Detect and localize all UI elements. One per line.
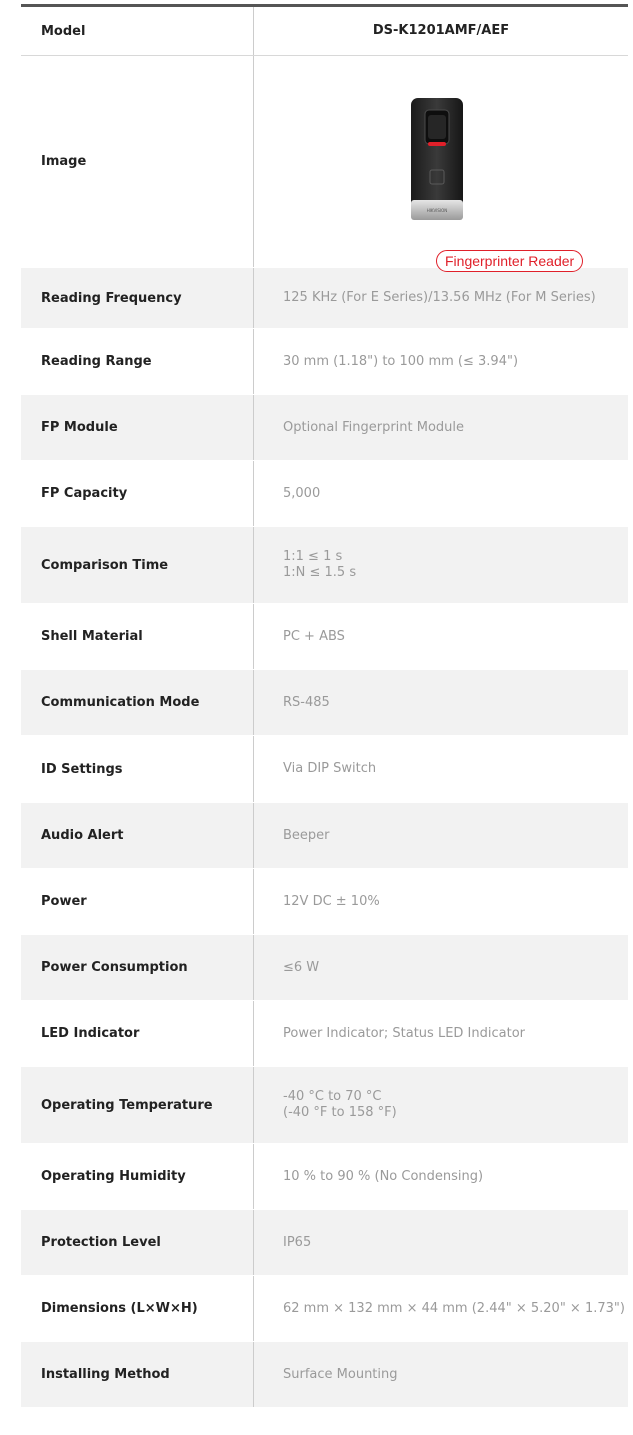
spec-row: Power 12V DC ± 10%: [21, 869, 628, 935]
spec-value: IP65: [253, 1210, 628, 1275]
spec-value-line: 1:N ≤ 1.5 s: [283, 565, 357, 580]
spec-value-line: Surface Mounting: [283, 1366, 398, 1382]
spec-rows: Reading Frequency 125 KHz (For E Series)/…: [21, 268, 628, 1408]
spec-label: ID Settings: [41, 761, 123, 777]
spec-label: Protection Level: [41, 1235, 161, 1250]
spec-row: Operating Humidity 10 % to 90 % (No Conde…: [21, 1144, 628, 1210]
spec-value-line: IP65: [283, 1234, 312, 1250]
spec-value-line: 5,000: [283, 485, 321, 501]
image-row: Image HIKVISION Fingerprinter Reader: [21, 56, 628, 272]
model-name: DS-K1201AMF/AEF: [253, 7, 628, 55]
spec-value-line: 30 mm (1.18") to 100 mm (≤ 3.94"): [283, 353, 519, 369]
fingerprint-reader-icon: HIKVISION: [411, 98, 463, 220]
spec-table: Model DS-K1201AMF/AEF Image HIKVISION Fi…: [21, 4, 628, 1408]
spec-value: PC + ABS: [253, 604, 628, 669]
spec-row: Audio Alert Beeper: [21, 803, 628, 869]
spec-label: Operating Humidity: [41, 1169, 186, 1184]
spec-value: 12V DC ± 10%: [253, 869, 628, 934]
spec-label: LED Indicator: [41, 1026, 140, 1041]
spec-label: Power Consumption: [41, 960, 188, 975]
spec-label: Audio Alert: [41, 828, 124, 843]
spec-row: Comparison Time 1:1 ≤ 1 s 1:N ≤ 1.5 s: [21, 527, 628, 604]
spec-value-line: Power Indicator; Status LED Indicator: [283, 1025, 525, 1041]
spec-label: Reading Range: [41, 354, 152, 369]
spec-value-line: 62 mm × 132 mm × 44 mm (2.44" × 5.20" × …: [283, 1300, 625, 1316]
device-brand: HIKVISION: [427, 208, 448, 213]
spec-label: Reading Frequency: [41, 290, 182, 306]
spec-value: 62 mm × 132 mm × 44 mm (2.44" × 5.20" × …: [253, 1276, 628, 1341]
spec-row: Communication Mode RS-485: [21, 670, 628, 736]
image-caption: Fingerprinter Reader: [436, 250, 584, 272]
spec-row: Dimensions (L×W×H) 62 mm × 132 mm × 44 mm…: [21, 1276, 628, 1342]
spec-row: Shell Material PC + ABS: [21, 604, 628, 670]
spec-value: -40 °C to 70 °C (-40 °F to 158 °F): [253, 1067, 628, 1143]
spec-label: Power: [41, 894, 87, 909]
spec-row: Installing Method Surface Mounting: [21, 1342, 628, 1408]
spec-value: RS-485: [253, 670, 628, 735]
spec-label: Shell Material: [41, 629, 143, 644]
spec-value-line: -40 °C to 70 °C: [283, 1089, 382, 1104]
spec-label: FP Capacity: [41, 486, 128, 501]
spec-value: Surface Mounting: [253, 1342, 628, 1407]
spec-value: Via DIP Switch: [253, 736, 628, 802]
spec-row: FP Module Optional Fingerprint Module: [21, 395, 628, 461]
spec-value-line: 125 KHz (For E Series)/13.56 MHz (For M …: [283, 290, 596, 305]
spec-value: 30 mm (1.18") to 100 mm (≤ 3.94"): [253, 329, 628, 394]
spec-value-line: 1:1 ≤ 1 s: [283, 549, 343, 564]
spec-label: Installing Method: [41, 1367, 170, 1382]
spec-value-line: 12V DC ± 10%: [283, 893, 380, 909]
spec-value-line: (-40 °F to 158 °F): [283, 1105, 397, 1120]
spec-row: ID Settings Via DIP Switch: [21, 736, 628, 803]
header-label: Model: [41, 23, 86, 39]
spec-value-line: RS-485: [283, 694, 330, 710]
spec-value-line: Optional Fingerprint Module: [283, 419, 465, 435]
spec-label: FP Module: [41, 420, 118, 435]
image-label: Image: [41, 154, 87, 169]
spec-label: Communication Mode: [41, 695, 200, 710]
spec-value: Optional Fingerprint Module: [253, 395, 628, 460]
spec-row: Power Consumption ≤6 W: [21, 935, 628, 1001]
spec-value: 1:1 ≤ 1 s 1:N ≤ 1.5 s: [253, 527, 628, 603]
spec-row: Reading Range 30 mm (1.18") to 100 mm (≤ …: [21, 329, 628, 395]
spec-value-line: PC + ABS: [283, 628, 345, 644]
spec-value: 5,000: [253, 461, 628, 526]
spec-row: Operating Temperature -40 °C to 70 °C (-40…: [21, 1067, 628, 1144]
spec-value: 125 KHz (For E Series)/13.56 MHz (For M …: [253, 268, 628, 328]
spec-value: 10 % to 90 % (No Condensing): [253, 1144, 628, 1209]
spec-label: Comparison Time: [41, 557, 169, 573]
spec-label: Dimensions (L×W×H): [41, 1301, 198, 1316]
spec-value-line: Beeper: [283, 827, 330, 843]
spec-value-line: Via DIP Switch: [283, 761, 377, 776]
image-cell: HIKVISION Fingerprinter Reader: [253, 56, 628, 272]
spec-label: Operating Temperature: [41, 1097, 213, 1113]
spec-value: Beeper: [253, 803, 628, 868]
spec-value: Power Indicator; Status LED Indicator: [253, 1001, 628, 1066]
spec-value-line: ≤6 W: [283, 959, 320, 975]
spec-value: ≤6 W: [253, 935, 628, 1000]
header-row: Model DS-K1201AMF/AEF: [21, 7, 628, 56]
spec-row: Reading Frequency 125 KHz (For E Series)/…: [21, 268, 628, 329]
spec-row: LED Indicator Power Indicator; Status LED…: [21, 1001, 628, 1067]
spec-value-line: 10 % to 90 % (No Condensing): [283, 1168, 484, 1184]
spec-row: FP Capacity 5,000: [21, 461, 628, 527]
spec-row: Protection Level IP65: [21, 1210, 628, 1276]
